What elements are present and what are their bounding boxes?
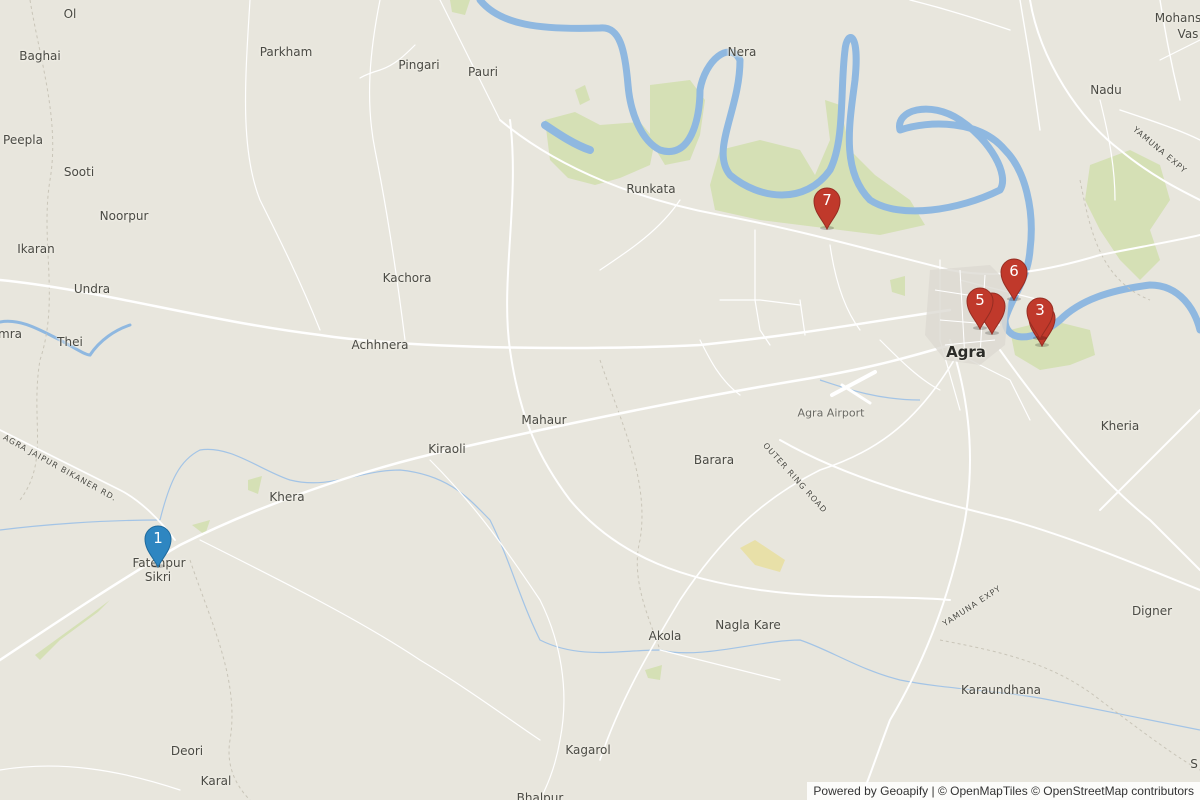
place-label-digner: Digner — [1131, 604, 1173, 618]
attribution-geoapify-link[interactable]: Geoapify — [880, 784, 928, 798]
attribution-powered-by: Powered by — [813, 784, 877, 798]
map-canvas[interactable]: Ol Mohans Vas Baghai Parkham Pingari Pau… — [0, 0, 1200, 800]
marker-1-label: 1 — [153, 529, 163, 547]
marker-3-label: 3 — [1035, 301, 1045, 319]
place-label-s: S — [1190, 757, 1198, 771]
marker-5-label: 5 — [975, 291, 985, 309]
place-label-parkham: Parkham — [259, 45, 313, 59]
place-label-nera: Nera — [727, 45, 757, 59]
place-label-barara: Barara — [693, 453, 735, 467]
place-label-ol: Ol — [63, 7, 77, 21]
place-label-karal: Karal — [200, 774, 232, 788]
map-base-layer — [0, 0, 1200, 800]
map-marker-7[interactable]: 7 — [812, 186, 842, 230]
place-label-nagla-kare: Nagla Kare — [715, 618, 781, 632]
place-label-runkata: Runkata — [626, 182, 676, 196]
place-label-mohans: Mohans — [1154, 11, 1200, 25]
place-label-peepla: Peepla — [3, 133, 43, 147]
place-label-akola: Akola — [648, 629, 682, 643]
map-marker-5[interactable]: 5 — [965, 286, 995, 330]
map-marker-6[interactable]: 6 — [999, 257, 1029, 301]
place-label-ikaran: Ikaran — [17, 242, 55, 256]
attribution-separator: | — [928, 784, 938, 798]
attribution-openmaptiles-link[interactable]: © OpenMapTiles — [938, 784, 1028, 798]
attribution-contributors: contributors — [1127, 784, 1194, 798]
place-label-noorpur: Noorpur — [99, 209, 149, 223]
place-label-undra: Undra — [73, 282, 111, 296]
map-attribution: Powered by Geoapify | © OpenMapTiles © O… — [807, 782, 1200, 800]
place-label-pingari: Pingari — [398, 58, 440, 72]
place-label-sooti: Sooti — [63, 165, 95, 179]
place-label-sikri: Sikri — [144, 570, 172, 584]
marker-6-label: 6 — [1009, 262, 1019, 280]
place-label-thei: Thei — [57, 335, 83, 349]
place-label-kachora: Kachora — [382, 271, 432, 285]
place-label-mahaur: Mahaur — [521, 413, 567, 427]
place-label-khera: Khera — [269, 490, 305, 504]
place-label-mra: mra — [0, 327, 22, 341]
place-label-kagarol: Kagarol — [565, 743, 611, 757]
place-label-achhnera: Achhnera — [351, 338, 409, 352]
place-label-kheria: Kheria — [1100, 419, 1140, 433]
attribution-openstreetmap-link[interactable]: © OpenStreetMap — [1031, 784, 1128, 798]
marker-7-label: 7 — [822, 191, 832, 209]
place-label-pauri: Pauri — [468, 65, 498, 79]
place-label-agra: Agra — [946, 343, 986, 361]
place-label-agra-airport: Agra Airport — [797, 406, 865, 420]
place-label-baghai: Baghai — [19, 49, 61, 63]
place-label-karaundhana: Karaundhana — [960, 683, 1042, 697]
place-label-bhalpur: Bhalpur — [516, 791, 564, 800]
place-label-vas: Vas — [1177, 27, 1199, 41]
map-marker-1[interactable]: 1 — [143, 524, 173, 568]
place-label-kiraoli: Kiraoli — [428, 442, 466, 456]
map-marker-3[interactable]: 3 — [1025, 296, 1055, 340]
place-label-nadu: Nadu — [1090, 83, 1122, 97]
place-label-deori: Deori — [170, 744, 204, 758]
